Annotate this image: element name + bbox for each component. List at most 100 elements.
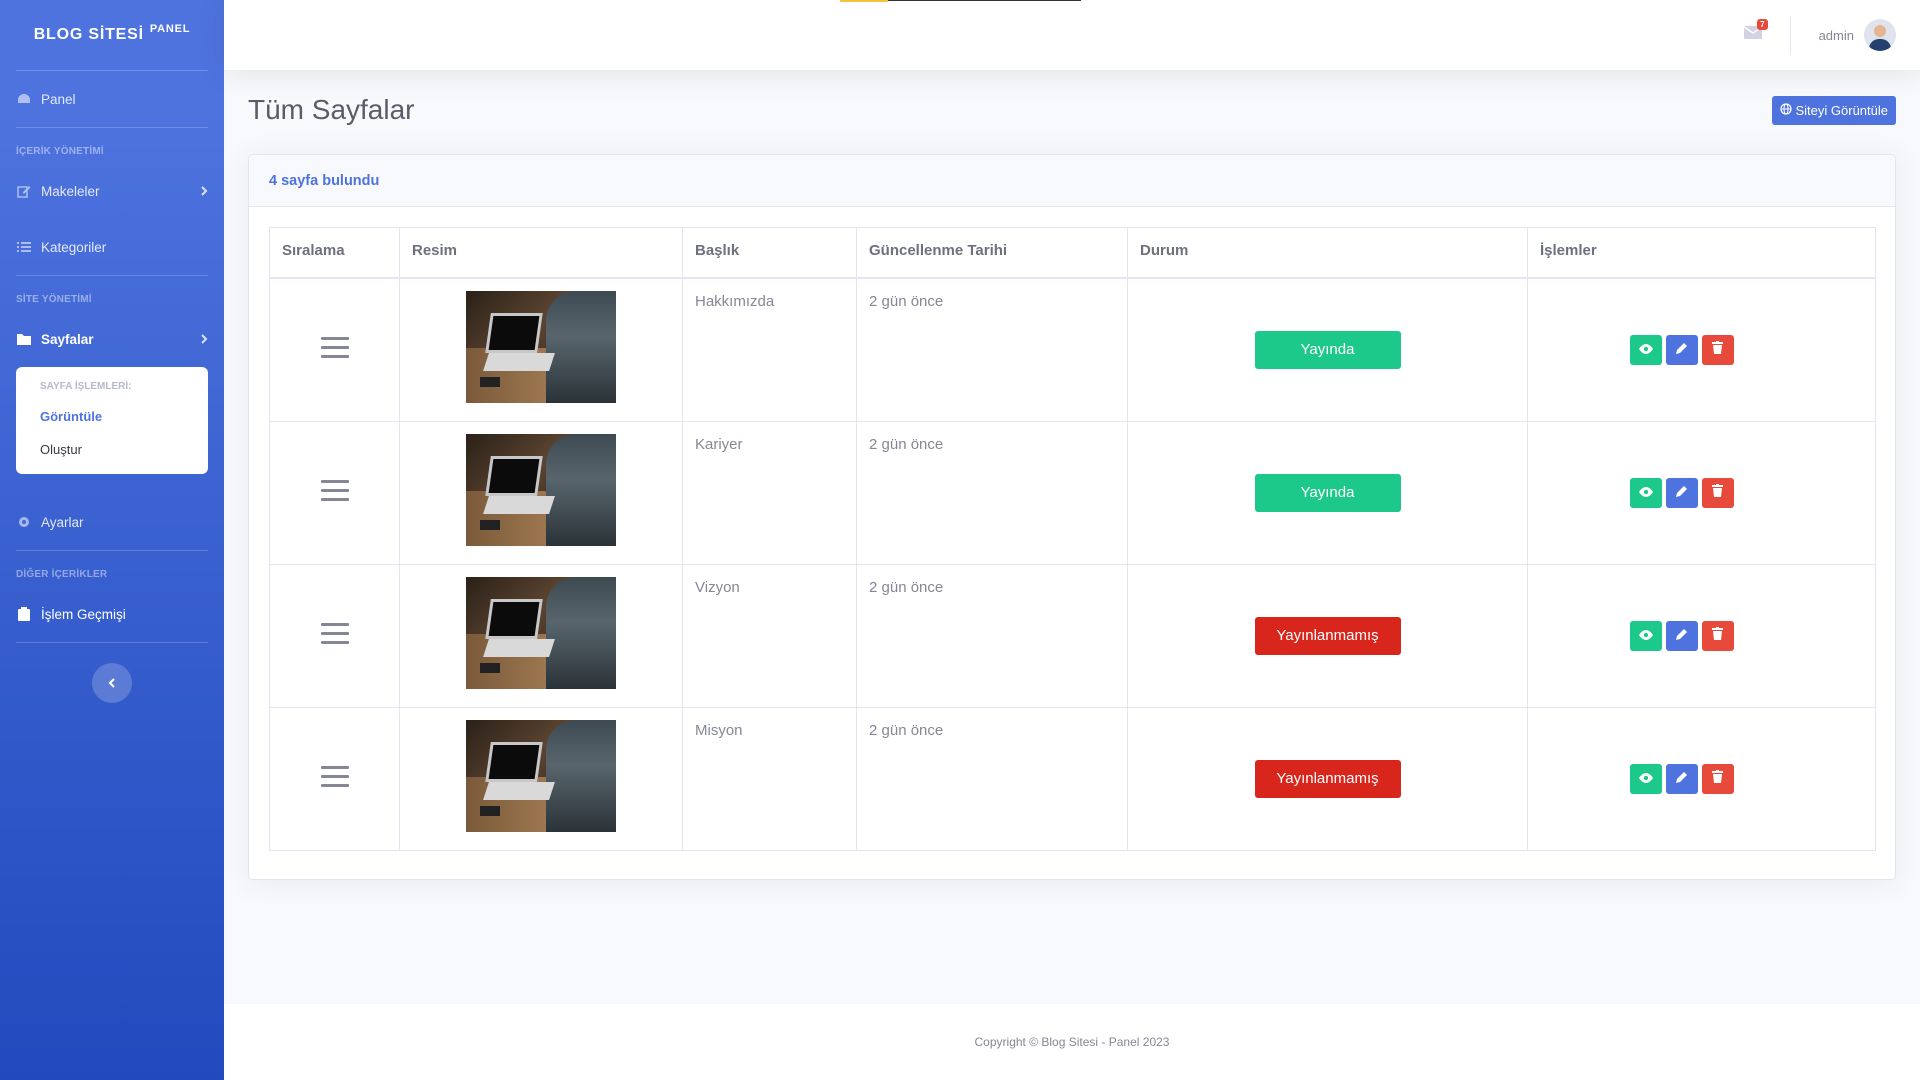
user-name[interactable]: admin <box>1819 28 1854 43</box>
sidebar-item-history[interactable]: İşlem Geçmişi <box>0 586 224 642</box>
drag-handle-icon[interactable] <box>320 617 349 650</box>
delete-button[interactable] <box>1701 334 1734 365</box>
order-cell <box>269 277 400 422</box>
drag-handle-icon[interactable] <box>320 331 349 364</box>
brand-name: BLOG SİTESİ <box>33 26 144 43</box>
trash-icon <box>1712 341 1723 358</box>
chevron-left-icon <box>108 675 116 691</box>
sidebar-divider <box>16 642 208 643</box>
pages-card: 4 sayfa bulundu Sıralama Resim Başlık Gü… <box>248 154 1896 880</box>
view-button[interactable] <box>1629 334 1662 365</box>
gear-icon <box>16 514 32 530</box>
view-site-button[interactable]: Siteyi Görüntüle <box>1771 96 1896 125</box>
col-updated: Güncellenme Tarihi <box>856 227 1128 279</box>
view-site-label: Siteyi Görüntüle <box>1795 103 1889 118</box>
dashboard-icon <box>16 91 32 107</box>
drag-handle-icon[interactable] <box>320 760 349 793</box>
submenu-item-create[interactable]: Oluştur <box>16 433 208 466</box>
sidebar-item-categories[interactable]: Kategoriler <box>0 219 224 275</box>
brand-sup: PANEL <box>149 23 191 35</box>
brand-logo[interactable]: BLOG SİTESİ PANEL <box>0 0 224 70</box>
pencil-icon <box>1675 627 1688 644</box>
card-title: 4 sayfa bulundu <box>249 155 1895 207</box>
table-header-row: Sıralama Resim Başlık Güncellenme Tarihi… <box>269 227 1876 279</box>
title-cell: Misyon <box>682 706 857 851</box>
delete-button[interactable] <box>1701 477 1734 508</box>
edit-button[interactable] <box>1665 763 1698 794</box>
edit-icon <box>16 183 32 199</box>
pages-table: Sıralama Resim Başlık Güncellenme Tarihi… <box>269 227 1876 851</box>
sidebar-item-label: Ayarlar <box>41 514 84 530</box>
folder-icon <box>16 331 32 347</box>
chevron-right-icon <box>200 332 208 347</box>
edit-button[interactable] <box>1665 477 1698 508</box>
edit-button[interactable] <box>1665 334 1698 365</box>
image-cell <box>399 420 683 565</box>
footer: Copyright © Blog Sitesi - Panel 2023 <box>224 1004 1920 1080</box>
eye-icon <box>1638 484 1653 501</box>
sidebar: BLOG SİTESİ PANEL Panel İÇERİK YÖNETİMİ M… <box>0 0 224 1080</box>
table-row: Misyon 2 gün önce Yayınlanmamış <box>269 706 1876 851</box>
pencil-icon <box>1675 341 1688 358</box>
chevron-right-icon <box>200 184 208 199</box>
page-thumbnail <box>466 576 616 689</box>
eye-icon <box>1638 627 1653 644</box>
globe-icon <box>1779 103 1792 118</box>
sidebar-item-settings[interactable]: Ayarlar <box>0 494 224 550</box>
title-cell: Hakkımızda <box>682 277 857 422</box>
sidebar-item-pages[interactable]: Sayfalar <box>0 311 224 367</box>
page-title: Tüm Sayfalar <box>248 94 415 125</box>
sidebar-heading-other: DİĞER İÇERİKLER <box>16 569 108 580</box>
trash-icon <box>1712 484 1723 501</box>
user-avatar[interactable] <box>1864 19 1896 51</box>
status-toggle-button[interactable]: Yayınlanmamış <box>1254 759 1401 798</box>
image-cell <box>399 277 683 422</box>
image-cell <box>399 563 683 708</box>
list-icon <box>16 239 32 255</box>
page-thumbnail <box>466 290 616 403</box>
status-cell: Yayınlanmamış <box>1127 563 1528 708</box>
updated-cell: 2 gün önce <box>856 420 1128 565</box>
delete-button[interactable] <box>1701 620 1734 651</box>
sidebar-item-label: Kategoriler <box>41 239 107 255</box>
order-cell <box>269 420 400 565</box>
actions-cell <box>1527 563 1876 708</box>
edit-button[interactable] <box>1665 620 1698 651</box>
view-button[interactable] <box>1629 477 1662 508</box>
order-cell <box>269 563 400 708</box>
actions-cell <box>1527 420 1876 565</box>
sidebar-item-label: Makeleler <box>41 183 100 199</box>
page-thumbnail <box>466 433 616 546</box>
status-toggle-button[interactable]: Yayında <box>1254 473 1401 512</box>
sidebar-item-label: Panel <box>41 91 76 107</box>
messages-count-badge: 7 <box>1757 19 1768 30</box>
view-button[interactable] <box>1629 763 1662 794</box>
view-button[interactable] <box>1629 620 1662 651</box>
status-cell: Yayınlanmamış <box>1127 706 1528 851</box>
sidebar-item-panel[interactable]: Panel <box>0 71 224 127</box>
sidebar-toggle-button[interactable] <box>92 663 132 703</box>
updated-cell: 2 gün önce <box>856 706 1128 851</box>
clipboard-icon <box>16 606 32 622</box>
status-toggle-button[interactable]: Yayınlanmamış <box>1254 616 1401 655</box>
page-loader <box>840 0 888 2</box>
status-toggle-button[interactable]: Yayında <box>1254 330 1401 369</box>
trash-icon <box>1712 627 1723 644</box>
submenu-item-view[interactable]: Görüntüle <box>16 400 208 433</box>
pencil-icon <box>1675 770 1688 787</box>
sidebar-heading-content: İÇERİK YÖNETİMİ <box>16 146 104 157</box>
actions-cell <box>1527 277 1876 422</box>
table-row: Vizyon 2 gün önce Yayınlanmamış <box>269 563 1876 708</box>
delete-button[interactable] <box>1701 763 1734 794</box>
submenu-header: SAYFA İŞLEMLERİ: <box>40 381 132 392</box>
sidebar-item-label: İşlem Geçmişi <box>41 606 126 622</box>
drag-handle-icon[interactable] <box>320 474 349 507</box>
table-row: Kariyer 2 gün önce Yayında <box>269 420 1876 565</box>
updated-cell: 2 gün önce <box>856 277 1128 422</box>
sidebar-heading-site: SİTE YÖNETİMİ <box>16 294 92 305</box>
messages-button[interactable]: 7 <box>1743 19 1768 44</box>
eye-icon <box>1638 341 1653 358</box>
col-title: Başlık <box>682 227 857 279</box>
sidebar-item-articles[interactable]: Makeleler <box>0 163 224 219</box>
copyright-text: Copyright © Blog Sitesi - Panel 2023 <box>974 1035 1170 1049</box>
